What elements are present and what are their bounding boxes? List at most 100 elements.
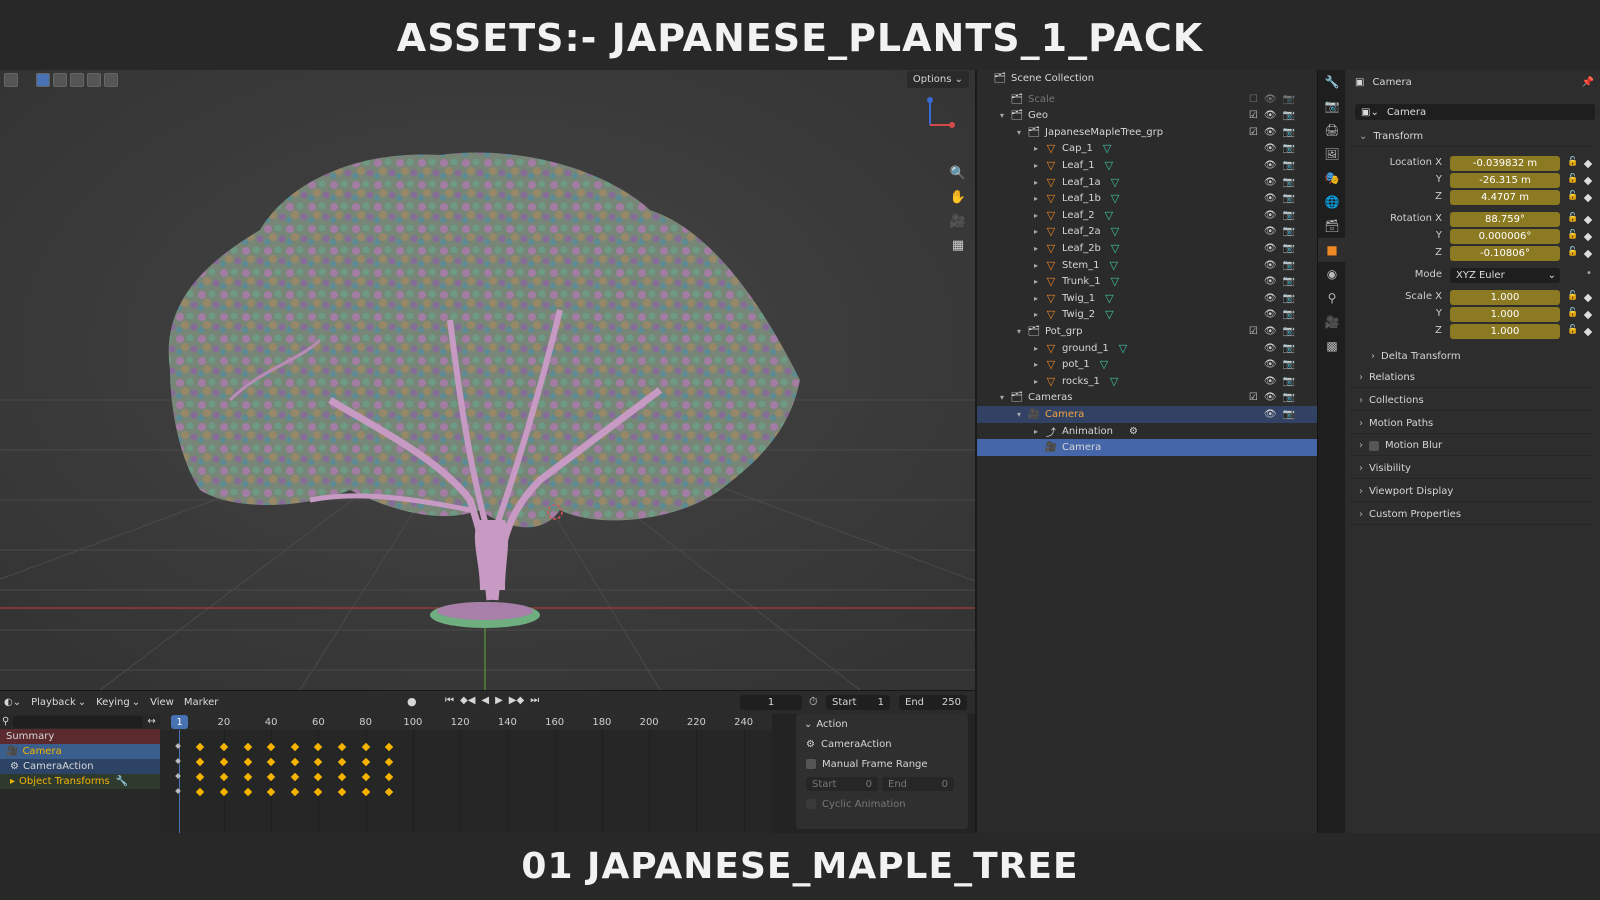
section-custom-properties[interactable]: › Custom Properties [1351, 505, 1593, 525]
disclosure-collapsed-icon[interactable]: ▸ [1034, 194, 1044, 203]
render-camera-icon[interactable]: 📷 [1283, 94, 1295, 105]
jump-start-icon[interactable]: ⏮ [445, 695, 454, 706]
eye-visibility-icon[interactable]: 👁 [1264, 343, 1277, 354]
keyframe-marker[interactable] [219, 772, 229, 782]
render-camera-icon[interactable]: 📷 [1283, 226, 1295, 237]
keyframe-marker[interactable] [290, 757, 299, 767]
eye-visibility-icon[interactable]: 👁 [1264, 127, 1277, 138]
section-motion-blur[interactable]: › Motion Blur [1351, 436, 1593, 457]
disclosure-collapsed-icon[interactable]: ▸ [1034, 261, 1044, 270]
outliner-item-trunk-1[interactable]: ▸ ▽ Trunk_1 ▽ 👁 📷 [977, 273, 1319, 290]
collection-tab-icon[interactable]: 🗃 [1318, 214, 1346, 238]
section-visibility[interactable]: › Visibility [1351, 459, 1593, 480]
viewport-scene[interactable] [0, 70, 975, 690]
outliner-item-rocks-1[interactable]: ▸ ▽ rocks_1 ▽ 👁 📷 [977, 373, 1319, 390]
rotation-z-field[interactable]: -0.10806° [1450, 246, 1560, 261]
keyframe-diamond-icon[interactable] [1583, 293, 1593, 303]
playhead-frame-badge[interactable]: 1 [171, 715, 188, 729]
jump-end-icon[interactable]: ⏭ [530, 695, 539, 706]
disclosure-expanded-icon[interactable]: ▾ [1017, 410, 1027, 419]
action-name-row[interactable]: ⚙ CameraAction [796, 734, 968, 754]
mesh-data-icon[interactable]: ▽ [1111, 242, 1119, 255]
disclosure-expanded-icon[interactable]: ▾ [1000, 393, 1010, 402]
scene-tab-icon[interactable]: 🎭 [1318, 166, 1346, 190]
mesh-data-icon[interactable]: ▽ [1105, 292, 1113, 305]
keyframe-marker[interactable] [266, 742, 276, 752]
physics-tab-icon[interactable]: ◉ [1318, 262, 1346, 286]
object-tab-icon[interactable]: ■ [1318, 238, 1346, 262]
lock-icon[interactable]: 🔓 [1567, 247, 1578, 257]
channel-cameraaction[interactable]: ⚙ CameraAction [0, 759, 160, 774]
keyframe-marker[interactable] [314, 787, 323, 797]
lock-icon[interactable]: 🔓 [1567, 308, 1578, 318]
keyframe-marker[interactable] [196, 787, 205, 797]
keyframe-marker[interactable] [314, 742, 323, 752]
eye-visibility-icon[interactable]: 👁 [1264, 143, 1277, 154]
outliner-item-pot-1[interactable]: ▸ ▽ pot_1 ▽ 👁 📷 [977, 356, 1319, 373]
section-motion-paths[interactable]: › Motion Paths [1351, 414, 1593, 434]
outliner-item-twig-2[interactable]: ▸ ▽ Twig_2 ▽ 👁 📷 [977, 306, 1319, 323]
mesh-data-icon[interactable]: ▽ [1110, 375, 1118, 388]
outliner-item-geo[interactable]: ▾ 🗂 Geo ☑ 👁 📷 [977, 107, 1319, 124]
keyframe-marker[interactable] [337, 787, 347, 797]
mesh-data-icon[interactable]: ▽ [1111, 275, 1119, 288]
keyframe-marker[interactable] [337, 772, 347, 782]
keyframe-marker[interactable] [385, 742, 394, 752]
menu-view[interactable]: View [150, 697, 174, 708]
render-camera-icon[interactable]: 📷 [1283, 160, 1295, 171]
keyframe-diamond-icon[interactable] [1583, 249, 1593, 259]
outliner-item-camera-data[interactable]: 🎥 Camera [977, 439, 1319, 457]
eye-visibility-icon[interactable]: 👁 [1264, 260, 1277, 271]
outliner-item-scale[interactable]: 🗂 Scale ☐ 👁 📷 [977, 91, 1319, 108]
disclosure-collapsed-icon[interactable]: ▸ [1034, 344, 1044, 353]
lock-icon[interactable]: 🔓 [1567, 191, 1578, 201]
camera-data-tab-icon[interactable]: 🎥 [1318, 310, 1346, 334]
mesh-data-icon[interactable]: ▽ [1105, 308, 1113, 321]
disclosure-expanded-icon[interactable]: ▾ [1000, 111, 1010, 120]
prev-key-icon[interactable]: ◆◀ [460, 695, 475, 706]
render-camera-icon[interactable]: 📷 [1283, 276, 1295, 287]
eye-visibility-icon[interactable]: 👁 [1264, 243, 1277, 254]
rotation-y-field[interactable]: 0.000006° [1450, 229, 1560, 244]
keyframe-marker[interactable] [196, 757, 205, 767]
keyframe-diamond-icon[interactable] [1583, 327, 1593, 337]
render-tab-icon[interactable]: 📷 [1318, 94, 1346, 118]
keyframe-marker[interactable] [266, 757, 276, 767]
channel-camera[interactable]: 🎥 Camera [0, 744, 160, 759]
eye-visibility-icon[interactable]: 👁 [1264, 326, 1277, 337]
record-button-icon[interactable]: ● [407, 695, 417, 708]
3d-viewport[interactable]: Options ⌄ 🔍 ✋ 🎥 ▦ [0, 70, 975, 690]
render-camera-icon[interactable]: 📷 [1283, 392, 1295, 403]
current-frame-field[interactable]: 1 [740, 695, 802, 710]
wrench-icon[interactable]: 🔧 [116, 776, 128, 787]
eye-visibility-icon[interactable]: 👁 [1264, 94, 1277, 105]
outliner-item-twig-1[interactable]: ▸ ▽ Twig_1 ▽ 👁 📷 [977, 290, 1319, 307]
render-camera-icon[interactable]: 📷 [1283, 309, 1295, 320]
render-camera-icon[interactable]: 📷 [1283, 409, 1295, 420]
play-reverse-icon[interactable]: ◀ [481, 695, 489, 706]
texture-tab-icon[interactable]: ▩ [1318, 334, 1346, 358]
outliner-item-cameras[interactable]: ▾ 🗂 Cameras ☑ 👁 📷 [977, 389, 1319, 406]
lock-icon[interactable]: 🔓 [1567, 325, 1578, 335]
tool-tab-icon[interactable]: 🔧 [1318, 70, 1346, 94]
outliner-item-leaf-2b[interactable]: ▸ ▽ Leaf_2b ▽ 👁 📷 [977, 240, 1319, 257]
lock-icon[interactable]: 🔓 [1567, 230, 1578, 240]
eye-visibility-icon[interactable]: 👁 [1264, 160, 1277, 171]
mesh-data-icon[interactable]: ▽ [1105, 209, 1113, 222]
disclosure-expanded-icon[interactable]: ▾ [1017, 327, 1027, 336]
channel-summary[interactable]: Summary [0, 729, 160, 744]
keyframe-marker[interactable] [219, 757, 229, 767]
view-layer-tab-icon[interactable]: 🖼 [1318, 142, 1346, 166]
render-camera-icon[interactable]: 📷 [1283, 177, 1295, 188]
mesh-data-icon[interactable]: ▽ [1111, 176, 1119, 189]
section-collections[interactable]: › Collections [1351, 391, 1593, 411]
keyframe-diamond-icon[interactable] [1583, 310, 1593, 320]
render-camera-icon[interactable]: 📷 [1283, 193, 1295, 204]
outliner-item-leaf-2a[interactable]: ▸ ▽ Leaf_2a ▽ 👁 📷 [977, 223, 1319, 240]
start-frame-field[interactable]: Start 1 [826, 695, 890, 710]
disclosure-collapsed-icon[interactable]: ▸ [1034, 427, 1044, 436]
outliner-item-camera[interactable]: ▾ 🎥 Camera 👁 📷 [977, 406, 1319, 423]
keyframe-marker[interactable] [290, 772, 299, 782]
eye-visibility-icon[interactable]: 👁 [1264, 110, 1277, 121]
channel-object-transforms[interactable]: ▸ Object Transforms 🔧 [0, 774, 160, 789]
